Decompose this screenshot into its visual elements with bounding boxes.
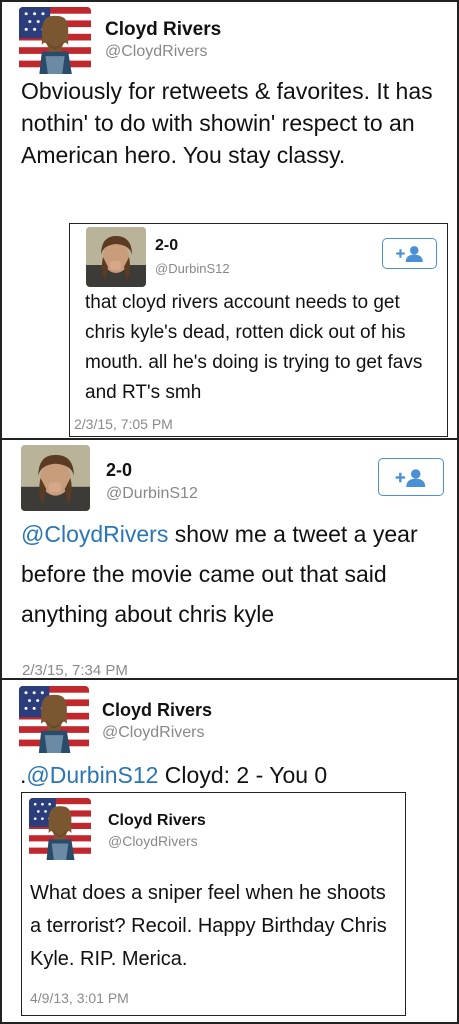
quoted-timestamp: 4/9/13, 3:01 PM xyxy=(30,990,129,1006)
photo-avatar-icon xyxy=(86,227,146,287)
tweet-1: Cloyd Rivers @CloydRivers Obviously for … xyxy=(0,0,459,440)
quoted-author-name[interactable]: 2-0 xyxy=(155,237,178,255)
quoted-tweet[interactable]: Cloyd Rivers @CloydRivers What does a sn… xyxy=(21,792,406,1016)
quoted-tweet[interactable]: 2-0 @DurbinS12 that cloyd rivers account… xyxy=(69,223,448,437)
quoted-timestamp: 2/3/15, 7:05 PM xyxy=(74,416,173,432)
quoted-tweet-text: that cloyd rivers account needs to get c… xyxy=(85,292,423,403)
tweet-text: @CloydRivers show me a tweet a year befo… xyxy=(21,514,451,634)
quoted-tweet-text: What does a sniper feel when he shoots a… xyxy=(30,882,387,970)
follow-button[interactable] xyxy=(378,458,444,496)
durbin-avatar[interactable] xyxy=(86,227,146,287)
cloyd-avatar[interactable] xyxy=(19,686,89,753)
author-name[interactable]: Cloyd Rivers xyxy=(105,19,221,41)
author-handle[interactable]: @CloydRivers xyxy=(105,43,207,61)
author-handle[interactable]: @CloydRivers xyxy=(102,724,204,742)
cloyd-avatar[interactable] xyxy=(19,7,91,74)
photo-avatar-icon xyxy=(21,445,90,511)
tweet-2: 2-0 @DurbinS12 @CloydRivers show me a tw… xyxy=(0,438,459,680)
timestamp: 2/3/15, 7:34 PM xyxy=(22,662,128,679)
follow-button[interactable] xyxy=(382,238,437,269)
quoted-author-handle[interactable]: @CloydRivers xyxy=(108,833,198,849)
tweet-3: Cloyd Rivers @CloydRivers .@DurbinS12 Cl… xyxy=(0,678,459,1024)
flag-cartoon-avatar-icon xyxy=(29,798,91,860)
author-handle[interactable]: @DurbinS12 xyxy=(106,485,198,503)
author-name[interactable]: Cloyd Rivers xyxy=(102,700,212,721)
tweet-text-body: Cloyd: 2 - You 0 xyxy=(158,762,328,788)
cloyd-avatar[interactable] xyxy=(29,798,91,860)
flag-cartoon-avatar-icon xyxy=(19,7,91,74)
durbin-avatar[interactable] xyxy=(21,445,90,511)
quoted-author-name[interactable]: Cloyd Rivers xyxy=(108,812,206,830)
flag-cartoon-avatar-icon xyxy=(19,686,89,753)
quoted-author-handle[interactable]: @DurbinS12 xyxy=(155,261,230,276)
follow-icon xyxy=(395,245,425,262)
follow-icon xyxy=(394,468,428,487)
tweet-text: .@DurbinS12 Cloyd: 2 - You 0 xyxy=(20,760,450,790)
tweet-text: Obviously for retweets & favorites. It h… xyxy=(21,78,433,168)
author-name[interactable]: 2-0 xyxy=(106,460,132,481)
mention-link[interactable]: @CloydRivers xyxy=(21,521,168,547)
mention-link[interactable]: @DurbinS12 xyxy=(26,762,158,788)
